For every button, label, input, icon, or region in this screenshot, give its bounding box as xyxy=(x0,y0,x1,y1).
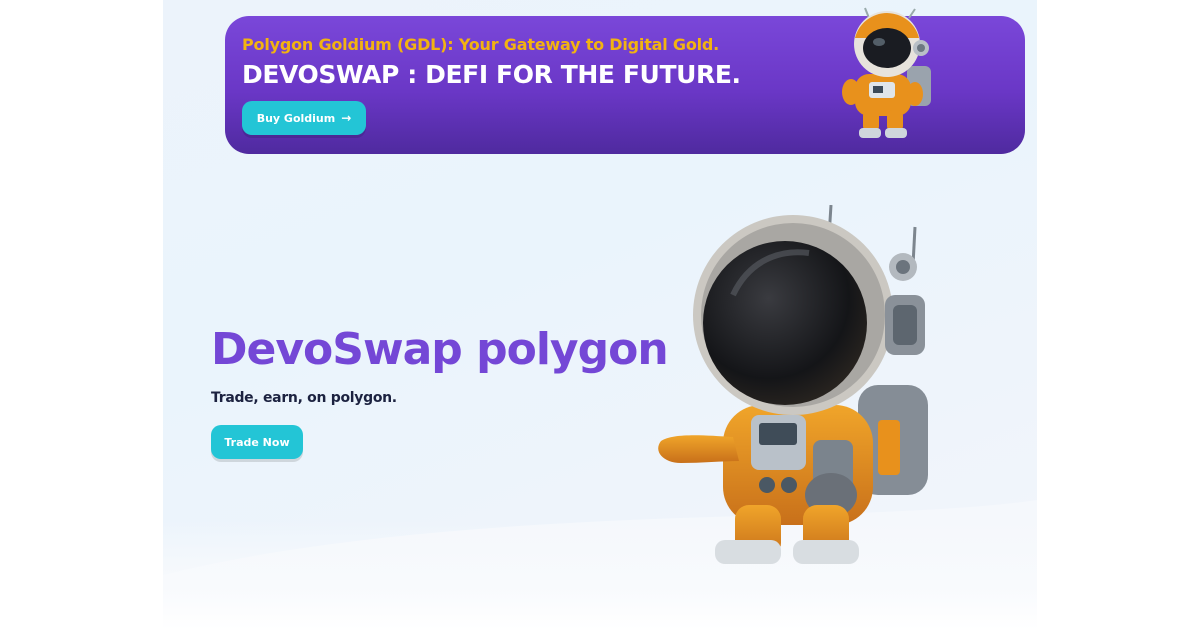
astronaut-mascot-small xyxy=(842,7,931,138)
trade-now-label: Trade Now xyxy=(224,435,290,449)
hero-subtitle: Trade, earn, on polygon. xyxy=(211,390,397,406)
hero-title: DevoSwap polygon xyxy=(211,324,669,375)
banner-subtitle: Polygon Goldium (GDL): Your Gateway to D… xyxy=(242,35,720,54)
promo-banner: Polygon Goldium (GDL): Your Gateway to D… xyxy=(225,7,1025,154)
buy-goldium-button[interactable]: Buy Goldium → xyxy=(242,101,366,135)
trade-now-button[interactable]: Trade Now xyxy=(211,425,303,459)
astronaut-mascot-large xyxy=(658,205,928,564)
banner-title: DEVOSWAP : DEFI FOR THE FUTURE. xyxy=(242,60,741,89)
buy-goldium-label: Buy Goldium xyxy=(256,111,336,125)
page-canvas: Polygon Goldium (GDL): Your Gateway to D… xyxy=(163,0,1037,630)
arrow-right-icon: → xyxy=(341,111,352,125)
